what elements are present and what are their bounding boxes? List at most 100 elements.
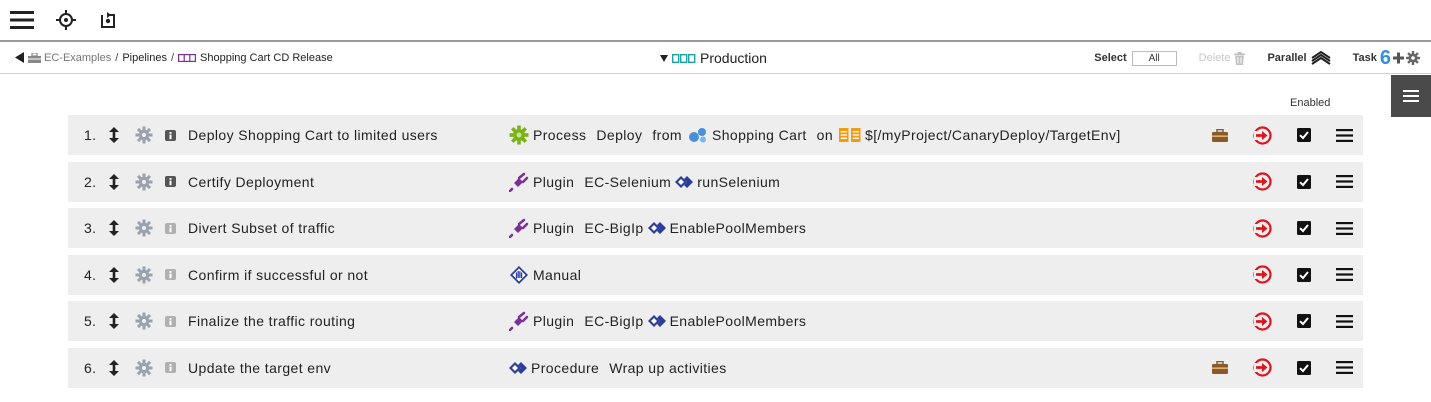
row-menu-icon[interactable] (1336, 268, 1353, 281)
pipeline-header: EC-Examples / Pipelines / Shopping Cart … (0, 42, 1431, 74)
menu-icon[interactable] (10, 11, 34, 29)
delete-button[interactable]: Delete (1198, 51, 1246, 65)
select-group: Select All (1094, 50, 1177, 66)
exit-icon[interactable] (1253, 265, 1272, 284)
info-icon[interactable] (165, 176, 176, 187)
procedure-name: Wrap up activities (609, 359, 727, 376)
breadcrumb-separator: / (170, 51, 175, 64)
exit-icon[interactable] (1253, 358, 1272, 377)
row-menu-icon[interactable] (1336, 361, 1353, 374)
briefcase-icon[interactable] (1212, 128, 1228, 142)
task-name[interactable]: Certify Deployment (188, 174, 314, 190)
procedure-icon (647, 315, 666, 327)
procedure-icon (647, 222, 666, 234)
breadcrumb-pipelines[interactable]: Pipelines (122, 52, 167, 64)
task-type: Procedure (531, 359, 600, 376)
task-count: 6 (1379, 46, 1391, 69)
task-detail[interactable]: Plugin EC-Selenium runSelenium (509, 172, 780, 192)
move-updown-icon[interactable] (109, 266, 119, 283)
task-name[interactable]: Confirm if successful or not (188, 267, 368, 283)
project-icon (28, 52, 41, 63)
gear-icon[interactable] (135, 312, 153, 330)
add-task-button[interactable]: Task 6 (1353, 47, 1421, 70)
task-name[interactable]: Deploy Shopping Cart to limited users (188, 127, 438, 143)
gear-icon[interactable] (135, 173, 153, 191)
task-number: 2. (84, 173, 97, 190)
refresh-icon[interactable] (98, 10, 118, 30)
info-icon[interactable] (165, 269, 176, 280)
task-row[interactable]: 6. Update the target env Procedure Wrap … (68, 347, 1363, 388)
gear-icon[interactable] (135, 359, 153, 377)
task-row[interactable]: 2. Certify Deployment Plugin EC-Selenium… (68, 161, 1363, 202)
breadcrumb-project[interactable]: EC-Examples (44, 52, 111, 64)
move-updown-icon[interactable] (109, 127, 119, 143)
task-detail[interactable]: Plugin EC-BigIp EnablePoolMembers (509, 311, 806, 331)
plugin-icon (509, 218, 529, 238)
enabled-checkbox[interactable] (1297, 360, 1311, 375)
environment-name: $[/myProject/CanaryDeploy/TargetEnv] (865, 127, 1121, 143)
top-toolbar (0, 0, 1431, 42)
caret-down-icon (660, 54, 668, 62)
task-detail[interactable]: Process Deploy from Shopping Cart on $[/… (509, 125, 1121, 145)
info-icon[interactable] (165, 222, 176, 234)
task-row[interactable]: 4. Confirm if successful or not Manual (68, 254, 1363, 295)
task-number: 5. (84, 313, 97, 329)
exit-icon[interactable] (1253, 311, 1272, 331)
task-number: 4. (84, 266, 97, 283)
info-icon[interactable] (165, 129, 176, 141)
gear-icon[interactable] (135, 266, 153, 284)
plugin-icon (509, 172, 529, 192)
enabled-checkbox[interactable] (1297, 314, 1311, 328)
task-number: 6. (84, 359, 97, 376)
enabled-checkbox[interactable] (1297, 128, 1311, 142)
enabled-column-header: Enabled (1290, 97, 1331, 109)
process-icon (509, 125, 529, 145)
procedure-name: EnablePoolMembers (669, 220, 807, 236)
task-detail[interactable]: Procedure Wrap up activities (509, 360, 727, 376)
crosshair-icon[interactable] (56, 10, 76, 30)
environment-icon (839, 128, 861, 142)
parallel-icon (1311, 51, 1331, 65)
task-name[interactable]: Finalize the traffic routing (188, 313, 355, 329)
plugin-icon (509, 311, 529, 331)
exit-icon[interactable] (1253, 125, 1272, 145)
row-menu-icon[interactable] (1336, 175, 1353, 188)
gear-icon[interactable] (135, 219, 153, 237)
task-number: 3. (84, 220, 97, 236)
task-detail[interactable]: Manual (509, 265, 581, 285)
task-type: Plugin (533, 173, 575, 190)
breadcrumb-separator: / (115, 51, 119, 64)
exit-icon[interactable] (1253, 218, 1272, 238)
back-arrow-icon[interactable] (15, 52, 24, 63)
gear-icon[interactable] (135, 126, 153, 144)
task-name[interactable]: Divert Subset of traffic (188, 220, 335, 236)
task-row[interactable]: 1. Deploy Shopping Cart to limited users… (68, 115, 1363, 155)
info-icon[interactable] (165, 362, 176, 373)
briefcase-icon[interactable] (1212, 361, 1228, 374)
plugin-name: EC-BigIp (584, 220, 644, 236)
select-all-dropdown[interactable]: All (1131, 50, 1177, 66)
side-panel-menu-button[interactable] (1391, 75, 1431, 117)
row-menu-icon[interactable] (1336, 128, 1353, 142)
task-row[interactable]: 3. Divert Subset of traffic Plugin EC-Bi… (68, 208, 1363, 248)
move-updown-icon[interactable] (109, 220, 119, 236)
move-updown-icon[interactable] (109, 173, 119, 190)
plugin-name: EC-Selenium (584, 173, 672, 190)
task-list: 1. Deploy Shopping Cart to limited users… (68, 115, 1363, 394)
enabled-checkbox[interactable] (1297, 267, 1311, 282)
on-word: on (816, 127, 834, 143)
enabled-checkbox[interactable] (1297, 174, 1311, 189)
enabled-checkbox[interactable] (1297, 221, 1311, 235)
row-menu-icon[interactable] (1336, 314, 1353, 328)
parallel-button[interactable]: Parallel (1267, 51, 1331, 65)
row-menu-icon[interactable] (1336, 221, 1353, 235)
stage-selector[interactable]: Production (660, 42, 767, 74)
move-updown-icon[interactable] (109, 359, 119, 376)
delete-label: Delete (1198, 52, 1231, 64)
task-name[interactable]: Update the target env (188, 360, 331, 376)
move-updown-icon[interactable] (109, 313, 119, 329)
task-detail[interactable]: Plugin EC-BigIp EnablePoolMembers (509, 218, 806, 238)
exit-icon[interactable] (1253, 172, 1272, 191)
info-icon[interactable] (165, 315, 176, 327)
task-row[interactable]: 5. Finalize the traffic routing Plugin E… (68, 301, 1363, 341)
